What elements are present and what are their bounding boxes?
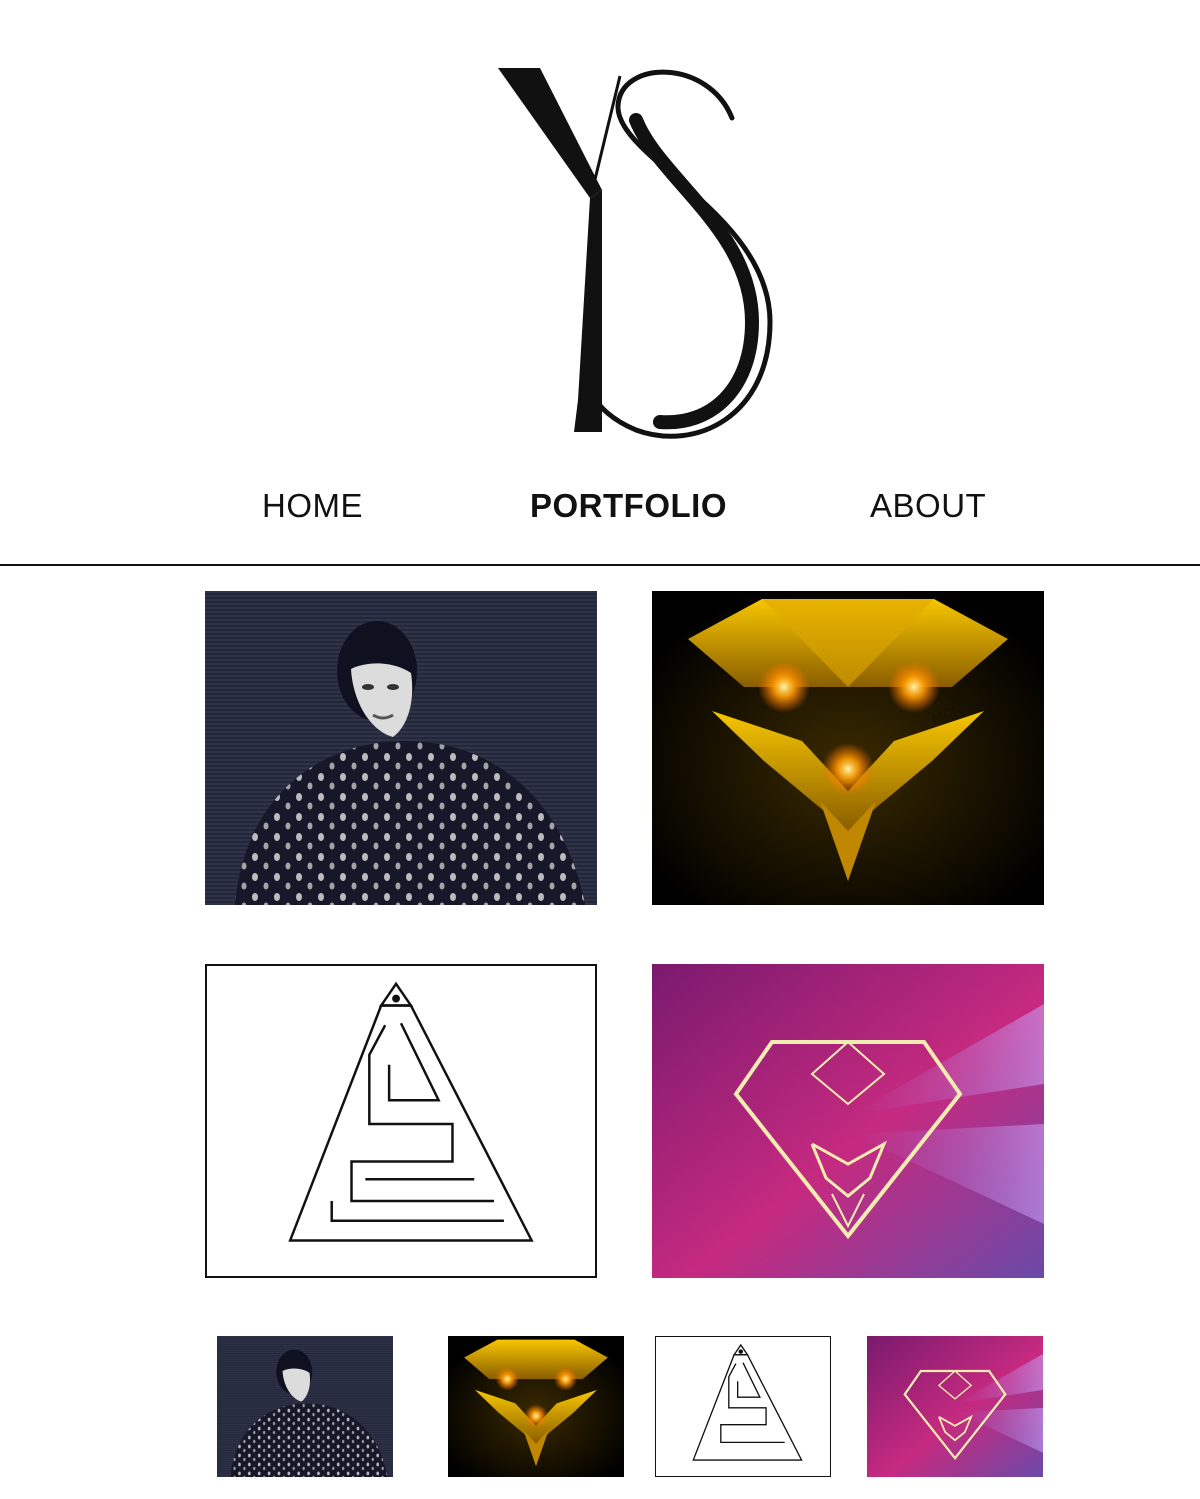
nav-portfolio-link[interactable]: PORTFOLIO (530, 486, 727, 526)
thumbnail-portrait[interactable] (217, 1336, 393, 1477)
ys-logo-icon[interactable] (470, 60, 790, 445)
pyramid-maze-artwork-icon (288, 981, 534, 1242)
gold-diamond-artwork-icon: MAD MONEY (652, 591, 1044, 905)
pyramid-maze-artwork-icon (692, 1343, 803, 1461)
portrait-artwork-icon (205, 591, 597, 905)
gallery-item-gold-diamond[interactable]: MAD MONEY (652, 591, 1044, 905)
gallery-item-portrait[interactable] (205, 591, 597, 905)
portrait-artwork-icon (217, 1336, 393, 1477)
pink-diamond-artwork-icon (652, 964, 1044, 1278)
thumbnail-gold-diamond[interactable]: MAD MONEY (448, 1336, 624, 1477)
thumbnail-pink-diamond[interactable] (867, 1336, 1043, 1477)
nav-about-link[interactable]: ABOUT (870, 486, 986, 526)
pink-diamond-artwork-icon (867, 1336, 1043, 1477)
header-divider (0, 564, 1200, 566)
gallery-item-pyramid[interactable] (205, 964, 597, 1278)
thumbnail-pyramid[interactable] (655, 1336, 831, 1477)
gallery-item-pink-diamond[interactable] (652, 964, 1044, 1278)
nav-home-link[interactable]: HOME (262, 486, 363, 526)
gold-diamond-artwork-icon: MAD MONEY (448, 1336, 624, 1477)
